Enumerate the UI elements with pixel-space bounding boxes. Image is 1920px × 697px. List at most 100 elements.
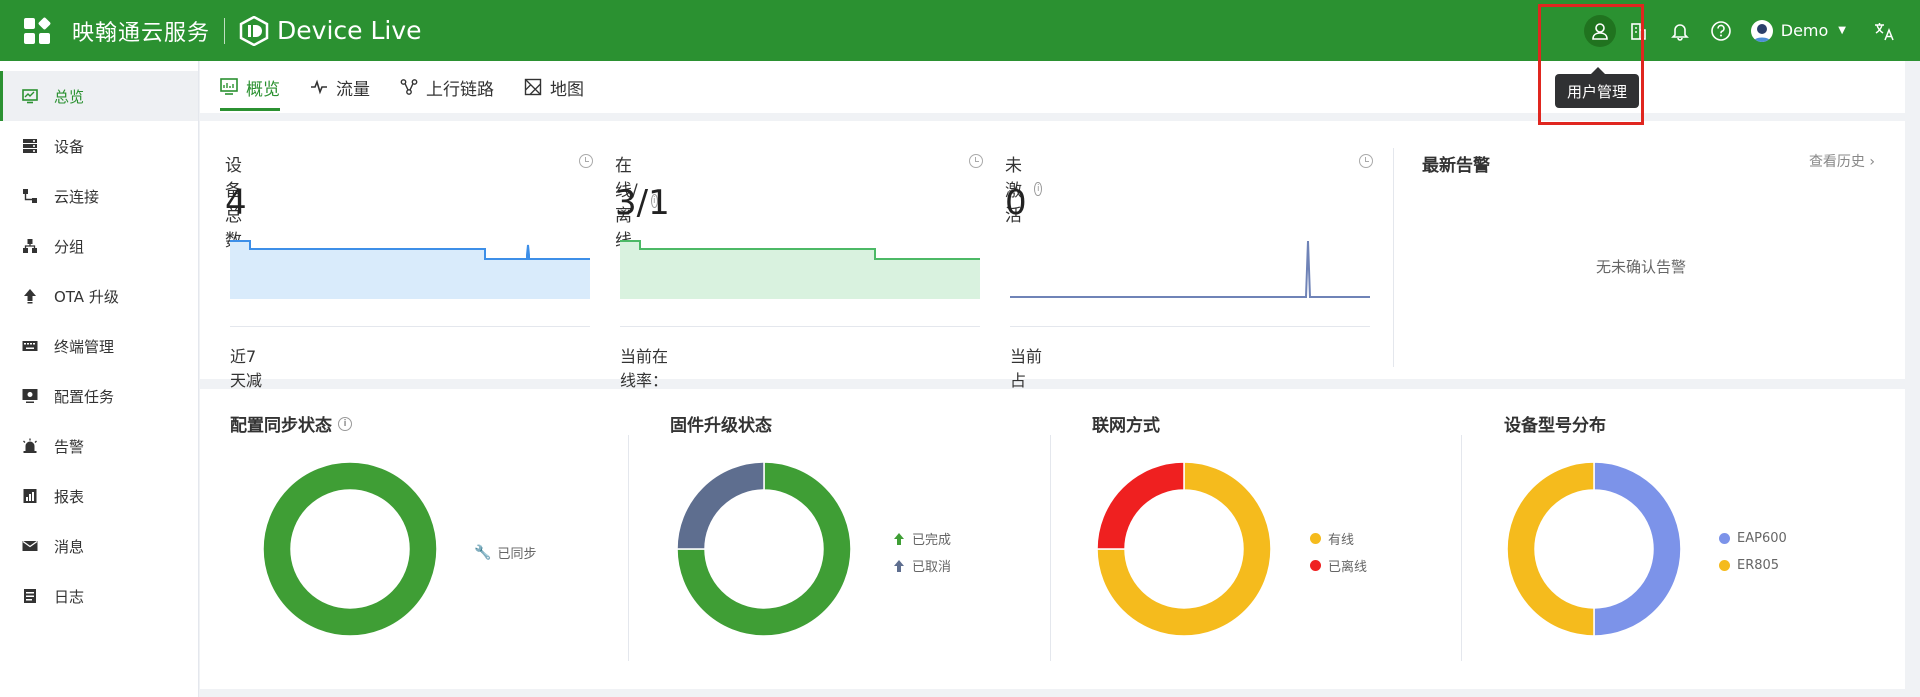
legend-item[interactable]: 已完成: [893, 525, 951, 552]
log-icon: [22, 588, 38, 604]
sidebar-item-label: 分组: [54, 237, 85, 256]
sidebar-item-label: 日志: [54, 587, 85, 606]
tab-label: 流量: [336, 79, 370, 100]
legend-item[interactable]: ER805: [1719, 552, 1787, 579]
donut-slice-已同步[interactable]: [262, 461, 438, 637]
legend-dot: [1719, 560, 1730, 571]
cloud-connect-icon: [22, 188, 38, 204]
sidebar-item-groups[interactable]: 分组: [0, 221, 198, 271]
donut-slice-已取消[interactable]: [676, 461, 765, 550]
chart-title: 配置同步状态 i: [230, 411, 352, 436]
latest-alarm-title: 最新告警: [1422, 156, 1490, 176]
stat-divider: [230, 326, 590, 327]
legend-dot: [1719, 533, 1730, 544]
map-icon: [524, 78, 542, 96]
config-sync-donut: [262, 461, 438, 637]
sidebar-item-label: 设备: [54, 137, 85, 156]
sidebar-item-messages[interactable]: 消息: [0, 521, 198, 571]
stat-trend-chart: [230, 240, 590, 299]
stat-trend-chart: [1010, 240, 1370, 298]
sidebar-item-config-tasks[interactable]: 配置任务: [0, 371, 198, 421]
chart-divider: [628, 435, 629, 661]
device-model-donut: [1506, 461, 1682, 637]
device-live-logo-icon: [239, 15, 269, 46]
config-task-icon: [22, 388, 38, 404]
legend-item[interactable]: 已离线: [1310, 552, 1367, 579]
user-name[interactable]: Demo: [1781, 21, 1829, 40]
chart-title: 固件升级状态: [670, 416, 772, 436]
view-history-link[interactable]: 查看历史 ›: [1809, 151, 1875, 171]
bell-icon[interactable]: [1662, 13, 1698, 49]
tab-map[interactable]: 地图: [524, 61, 584, 113]
keyboard-icon: [22, 338, 38, 354]
info-icon[interactable]: i: [1034, 181, 1042, 196]
tab-label: 概览: [246, 79, 280, 100]
monitor-icon: [22, 88, 38, 104]
stat-divider: [620, 326, 980, 327]
clock-icon[interactable]: [969, 154, 983, 168]
sidebar-item-cloud-connect[interactable]: 云连接: [0, 171, 198, 221]
message-icon: [22, 538, 38, 554]
stat-trend-chart: [620, 240, 980, 299]
sidebar-item-ota[interactable]: OTA 升级: [0, 271, 198, 321]
legend-item[interactable]: 已取消: [893, 552, 951, 579]
legend-item[interactable]: EAP600: [1719, 525, 1787, 552]
chart-legend: 已完成 已取消: [893, 525, 951, 579]
sidebar-item-label: 消息: [54, 537, 85, 556]
sidebar-item-label: 终端管理: [54, 337, 115, 356]
sidebar-item-label: OTA 升级: [54, 287, 119, 306]
user-management-tooltip: 用户管理: [1555, 67, 1639, 108]
firmware-upgrade-donut: [676, 461, 852, 637]
sidebar-item-logs[interactable]: 日志: [0, 571, 198, 621]
stat-divider: [1010, 326, 1370, 327]
sidebar-item-alarms[interactable]: 告警: [0, 421, 198, 471]
sidebar-item-label: 云连接: [54, 187, 100, 206]
brand-divider: [224, 17, 226, 44]
help-icon[interactable]: [1703, 13, 1739, 49]
arrow-up-icon: [894, 532, 904, 545]
chevron-down-icon[interactable]: ▼: [1838, 25, 1846, 36]
info-icon[interactable]: i: [338, 416, 352, 431]
clock-icon[interactable]: [579, 154, 593, 168]
alarm-icon: [22, 438, 38, 454]
tab-uplink[interactable]: 上行链路: [400, 61, 494, 113]
chevron-right-icon: ›: [1869, 154, 1875, 170]
network-method-donut: [1096, 461, 1272, 637]
sidebar-item-label: 配置任务: [54, 387, 115, 406]
stats-panel: 设备总数 4 近7天减少设备：2 在线/离线i 3/1 当前在线率：75.00%…: [200, 121, 1905, 458]
sidebar-item-label: 告警: [54, 437, 85, 456]
report-icon: [22, 488, 38, 504]
clock-icon[interactable]: [1359, 154, 1373, 168]
tab-overview[interactable]: 概览: [220, 61, 280, 113]
app-grid-icon[interactable]: [24, 16, 52, 44]
dashboard-icon: [220, 78, 238, 96]
legend-item[interactable]: 有线: [1310, 525, 1367, 552]
avatar[interactable]: [1750, 19, 1773, 42]
chart-divider: [1461, 435, 1462, 661]
user-menu[interactable]: Demo ▼: [1750, 13, 1866, 49]
sidebar-item-label: 总览: [54, 87, 85, 106]
tab-label: 上行链路: [426, 79, 494, 100]
charts-panel: 配置同步状态 i 🔧 已同步 固件升级状态 已完成 已取消 联网方式 有线 已离线…: [200, 389, 1905, 689]
tab-traffic[interactable]: 流量: [310, 61, 370, 113]
wrench-icon: 🔧: [474, 544, 492, 561]
server-icon: [22, 138, 38, 154]
sidebar-item-devices[interactable]: 设备: [0, 121, 198, 171]
translate-icon[interactable]: [1866, 13, 1902, 49]
sidebar-item-reports[interactable]: 报表: [0, 471, 198, 521]
chart-divider: [1050, 435, 1051, 661]
pulse-icon: [310, 78, 328, 96]
legend-dot: [1310, 560, 1321, 571]
donut-slice-ER805[interactable]: [1506, 461, 1595, 637]
legend-dot: [1310, 533, 1321, 544]
legend-item[interactable]: 🔧 已同步: [474, 539, 536, 566]
donut-slice-EAP600[interactable]: [1593, 461, 1682, 637]
sidebar-item-terminal[interactable]: 终端管理: [0, 321, 198, 371]
stat-value: 4: [225, 183, 247, 223]
chart-title: 设备型号分布: [1504, 416, 1606, 436]
tab-label: 地图: [550, 79, 584, 100]
donut-slice-已离线[interactable]: [1096, 461, 1185, 550]
stat-value: 0: [1005, 183, 1027, 223]
sidebar-item-overview[interactable]: 总览: [0, 71, 198, 121]
link-icon: [400, 78, 418, 96]
